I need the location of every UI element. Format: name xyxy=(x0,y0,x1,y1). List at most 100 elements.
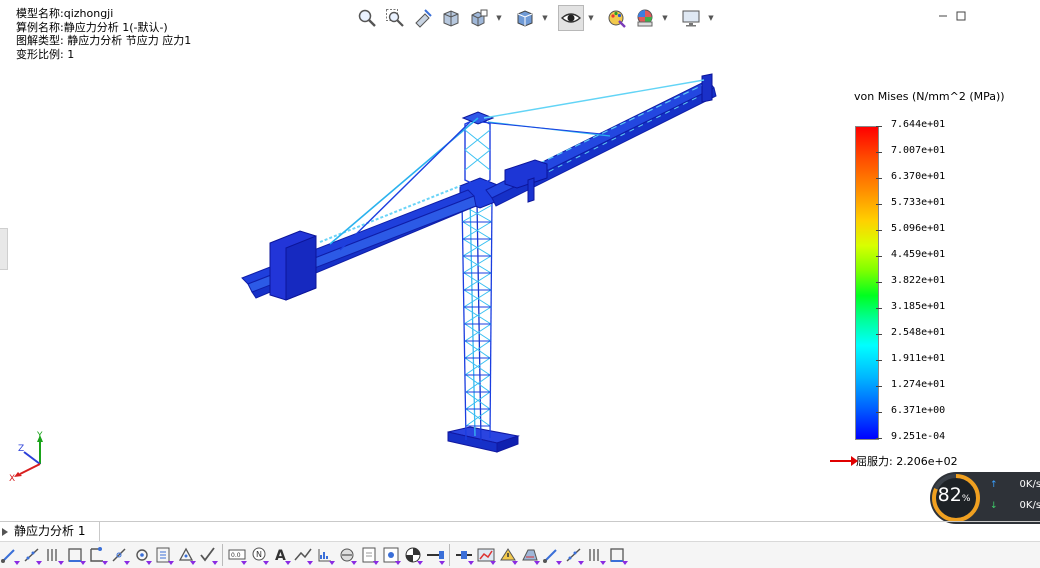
legend-ticks xyxy=(876,126,884,439)
plot-tool-icon[interactable] xyxy=(476,544,496,566)
dropdown-arrow-icon[interactable] xyxy=(36,561,42,565)
list-icon[interactable] xyxy=(425,544,445,566)
triad-y-label: Y xyxy=(36,431,43,441)
tab-static-study[interactable]: 静应力分析 1 xyxy=(0,522,101,541)
study-tab-bar: 静应力分析 1 xyxy=(0,521,1040,542)
dropdown-arrow-icon[interactable] xyxy=(395,561,401,565)
dropdown-arrow-icon[interactable] xyxy=(80,561,86,565)
dropdown-arrow-icon[interactable] xyxy=(622,561,628,565)
dropdown-arrow-icon[interactable] xyxy=(307,561,313,565)
dropdown-arrow-icon[interactable] xyxy=(468,561,474,565)
dropdown-arrow-icon[interactable] xyxy=(102,561,108,565)
dropdown-arrow-icon[interactable] xyxy=(417,561,423,565)
legend-tick xyxy=(876,412,882,413)
dropdown-arrow-icon[interactable] xyxy=(146,561,152,565)
dropdown-arrow-icon[interactable] xyxy=(578,561,584,565)
connector-icon[interactable] xyxy=(359,544,379,566)
hinge-icon[interactable] xyxy=(44,544,64,566)
chevron-down-icon[interactable]: ▼ xyxy=(586,6,596,30)
dropdown-arrow-icon[interactable] xyxy=(212,561,218,565)
force-icon[interactable] xyxy=(176,544,196,566)
dropdown-arrow-icon[interactable] xyxy=(263,561,269,565)
dropdown-arrow-icon[interactable] xyxy=(373,561,379,565)
legend-label: 2.548e+01 xyxy=(891,327,946,338)
legend-tick xyxy=(876,152,882,153)
zoom-area-icon[interactable] xyxy=(382,5,408,31)
dropdown-arrow-icon[interactable] xyxy=(124,561,130,565)
dropdown-arrow-icon[interactable] xyxy=(14,561,20,565)
legend-tick xyxy=(876,334,882,335)
fixture-icon[interactable] xyxy=(0,544,20,566)
report-icon[interactable] xyxy=(454,544,474,566)
network-speed-widget[interactable]: 82% ↑ 0K/s ↓ 0K/s xyxy=(930,472,1040,524)
dropdown-arrow-icon[interactable] xyxy=(512,561,518,565)
yield-strength-label: 屈服力: 2.206e+02 xyxy=(856,455,958,468)
dropdown-arrow-icon[interactable] xyxy=(190,561,196,565)
yield-strength-indicator: 屈服力: 2.206e+02 xyxy=(830,453,958,469)
plot-type: 图解类型: 静应力分析 节应力 应力1 xyxy=(16,34,192,47)
view-orientation-icon[interactable] xyxy=(466,5,492,31)
elastic-support-icon[interactable] xyxy=(66,544,86,566)
dropdown-arrow-icon[interactable] xyxy=(58,561,64,565)
compare-icon[interactable] xyxy=(498,544,518,566)
display-style-icon[interactable] xyxy=(512,5,538,31)
dropdown-arrow-icon[interactable] xyxy=(285,561,291,565)
apply-scene-icon[interactable] xyxy=(632,5,658,31)
window-controls xyxy=(938,6,966,25)
dropdown-arrow-icon[interactable] xyxy=(241,561,247,565)
crane-model xyxy=(241,73,717,453)
legend-tick xyxy=(876,282,882,283)
pin-icon[interactable] xyxy=(132,544,152,566)
distributed-mass-icon[interactable] xyxy=(315,544,335,566)
spring-icon[interactable] xyxy=(154,544,174,566)
legend-label: 7.007e+01 xyxy=(891,145,946,156)
chevron-down-icon[interactable]: ▼ xyxy=(706,6,716,30)
dropdown-arrow-icon[interactable] xyxy=(600,561,606,565)
chart-icon[interactable] xyxy=(608,544,628,566)
dropdown-arrow-icon[interactable] xyxy=(351,561,357,565)
legend-label: 6.370e+01 xyxy=(891,171,946,182)
triad-x-label: X xyxy=(9,474,15,482)
zoom-to-fit-icon[interactable] xyxy=(354,5,380,31)
minimize-icon[interactable] xyxy=(938,6,948,25)
centrifugal-icon[interactable]: A xyxy=(271,544,291,566)
legend-tick xyxy=(876,360,882,361)
legend-label: 9.251e-04 xyxy=(891,431,946,442)
bearing-icon[interactable] xyxy=(88,544,108,566)
model-info: 模型名称:qizhongji 算例名称:静应力分析 1(-默认-) 图解类型: … xyxy=(16,7,191,61)
probe-icon[interactable] xyxy=(403,544,423,566)
contact-icon[interactable] xyxy=(337,544,357,566)
remote-load-icon[interactable] xyxy=(293,544,313,566)
dropdown-arrow-icon[interactable] xyxy=(168,561,174,565)
graphics-viewport[interactable] xyxy=(200,60,740,480)
torque-icon[interactable] xyxy=(198,544,218,566)
iso-clip-icon[interactable] xyxy=(542,544,562,566)
legend-label: 5.733e+01 xyxy=(891,197,946,208)
gravity-icon[interactable]: N xyxy=(249,544,269,566)
simulation-command-toolbar: 0.0 N A xyxy=(0,541,1040,568)
previous-view-icon[interactable] xyxy=(410,5,436,31)
cpu-gauge-text: 82% xyxy=(930,484,978,506)
deformed-icon[interactable] xyxy=(586,544,606,566)
toolbar-separator xyxy=(222,544,223,566)
dropdown-arrow-icon[interactable] xyxy=(556,561,562,565)
edit-appearance-icon[interactable] xyxy=(604,5,630,31)
animate-icon[interactable] xyxy=(564,544,584,566)
hide-show-icon[interactable] xyxy=(558,5,584,31)
chevron-down-icon[interactable]: ▼ xyxy=(494,6,504,30)
chevron-down-icon[interactable]: ▼ xyxy=(660,6,670,30)
pressure-icon[interactable]: 0.0 xyxy=(227,544,247,566)
chevron-down-icon[interactable]: ▼ xyxy=(540,6,550,30)
mesh-icon[interactable] xyxy=(381,544,401,566)
view-settings-icon[interactable] xyxy=(678,5,704,31)
panel-collapse-handle[interactable] xyxy=(0,228,8,270)
dropdown-arrow-icon[interactable] xyxy=(490,561,496,565)
dropdown-arrow-icon[interactable] xyxy=(439,561,445,565)
roller-icon[interactable] xyxy=(22,544,42,566)
section-view-icon[interactable] xyxy=(438,5,464,31)
bolt-icon[interactable] xyxy=(110,544,130,566)
restore-icon[interactable] xyxy=(956,6,966,25)
dropdown-arrow-icon[interactable] xyxy=(534,561,540,565)
dropdown-arrow-icon[interactable] xyxy=(329,561,335,565)
section-clip-icon[interactable] xyxy=(520,544,540,566)
